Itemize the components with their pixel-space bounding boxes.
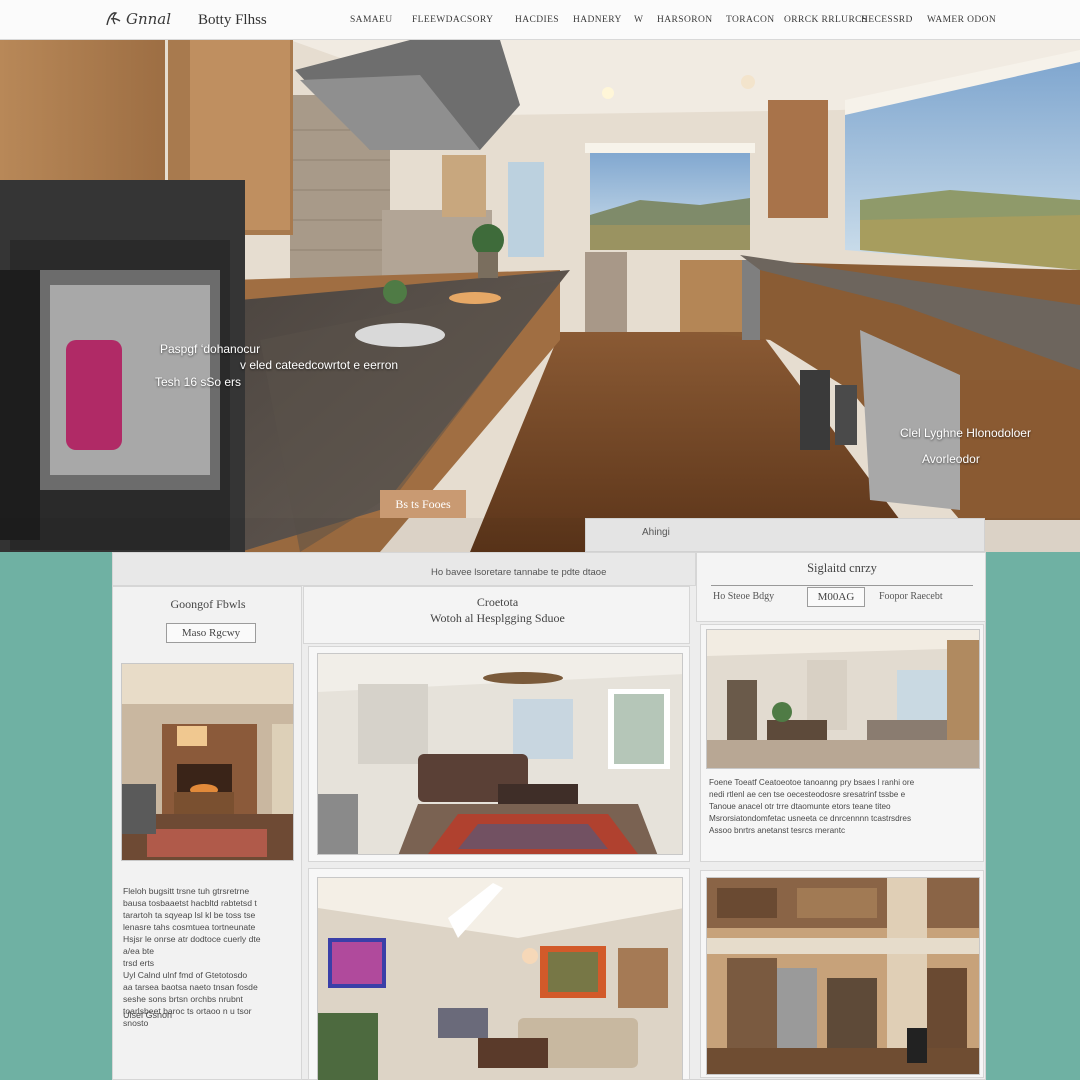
lounge-image [318, 654, 682, 854]
center-subtitle: Wotoh al Hesplgging Sduoe [430, 611, 565, 625]
center-title: Croetota [476, 595, 519, 609]
right-meta-3: Foopor Raecebt [879, 591, 943, 602]
right-meta-1: Ho Steoe Bdgy [713, 591, 775, 602]
menu-item[interactable]: Fleewdacsory [412, 15, 509, 25]
left-card-footer: Ulsel Gsnon [123, 1010, 173, 1020]
menu-item[interactable]: Orrck Rrlurcs [784, 15, 867, 25]
logo[interactable]: Gnnal [104, 9, 171, 29]
open-plan-image [707, 630, 979, 768]
fireplace-room-image [122, 664, 293, 860]
hero-caption-line: v eled cateedcowrtot e eerron [240, 358, 399, 372]
hero-caption-line: Paspgf ‘dohanocur [160, 342, 261, 356]
menu-item[interactable]: Hadnery [573, 15, 631, 25]
center-photo-card-bottom [308, 868, 690, 1080]
cafe-interior-image [707, 878, 979, 1074]
center-card-header: Croetota Wotoh al Hesplgging Sduoe [303, 586, 690, 644]
hero-caption-line: Avorleodor [922, 452, 980, 466]
menu-item[interactable]: Wamer Odon [927, 15, 1002, 25]
menu-item[interactable]: Hacdies [515, 15, 570, 25]
left-card: Goongof Fbwls Maso Rgcwy Fleloh bugsitt … [112, 586, 302, 1080]
gallery-header-band: Ho bavee lsoretare tannabe te pdte dtaoe [112, 552, 696, 586]
menu-item[interactable]: W [634, 15, 654, 25]
main-menu: Samaeu Fleewdacsory Hacdies Hadnery W Ha… [350, 15, 1002, 25]
brand-name[interactable]: Botty Flhss [198, 12, 267, 29]
living-room-photo[interactable] [121, 663, 294, 861]
center-photo-card-top [308, 646, 690, 862]
gallery-tab-label: Ahingi [642, 527, 670, 538]
menu-item[interactable]: Toracon [726, 15, 781, 25]
family-room-photo[interactable] [317, 877, 683, 1080]
open-plan-photo[interactable] [706, 629, 980, 769]
menu-item[interactable]: Harsoron [657, 15, 722, 25]
right-card-description: Foene Toeatf Ceatoeotoe tanoanng pry bsa… [709, 778, 915, 835]
left-card-description: Fleloh bugsitt trsne tuh gtrsretrne baus… [123, 886, 261, 1028]
menu-item[interactable]: Samaeu [350, 15, 405, 25]
right-card-title: Siglaitd cnrzy [807, 561, 877, 575]
left-card-tag[interactable]: Maso Rgcwy [166, 623, 256, 643]
divider [711, 585, 973, 586]
left-card-title: Goongof Fbwls [170, 597, 246, 611]
cafe-interior-photo[interactable] [706, 877, 980, 1075]
menu-item[interactable]: Hecessrd [861, 15, 924, 25]
hero-cta-button[interactable]: Bs ts Fooes [380, 490, 466, 518]
lounge-photo[interactable] [317, 653, 683, 855]
top-nav: Gnnal Botty Flhss Samaeu Fleewdacsory Ha… [0, 0, 1080, 40]
family-room-image [318, 878, 682, 1080]
right-card-header: Siglaitd cnrzy Ho Steoe Bdgy M00AG Foopo… [696, 552, 986, 622]
logo-icon [106, 12, 121, 26]
right-photo-card-top: Foene Toeatf Ceatoeotoe tanoanng pry bsa… [700, 624, 984, 862]
right-meta-badge[interactable]: M00AG [807, 587, 865, 607]
gallery-header-text: Ho bavee lsoretare tannabe te pdte dtaoe [431, 567, 607, 578]
kitchen-photo [0, 40, 1080, 552]
gallery-tab[interactable]: Ahingi [585, 518, 985, 552]
hero-caption-line: Clel Lyghne Hlonodoloer [900, 426, 1031, 440]
hero-banner: Paspgf ‘dohanocur v eled cateedcowrtot e… [0, 40, 1080, 552]
hero-caption-line: Tesh 16 sSo ers [155, 375, 242, 389]
right-photo-card-bottom [700, 870, 984, 1078]
logo-text: Gnnal [126, 10, 172, 28]
